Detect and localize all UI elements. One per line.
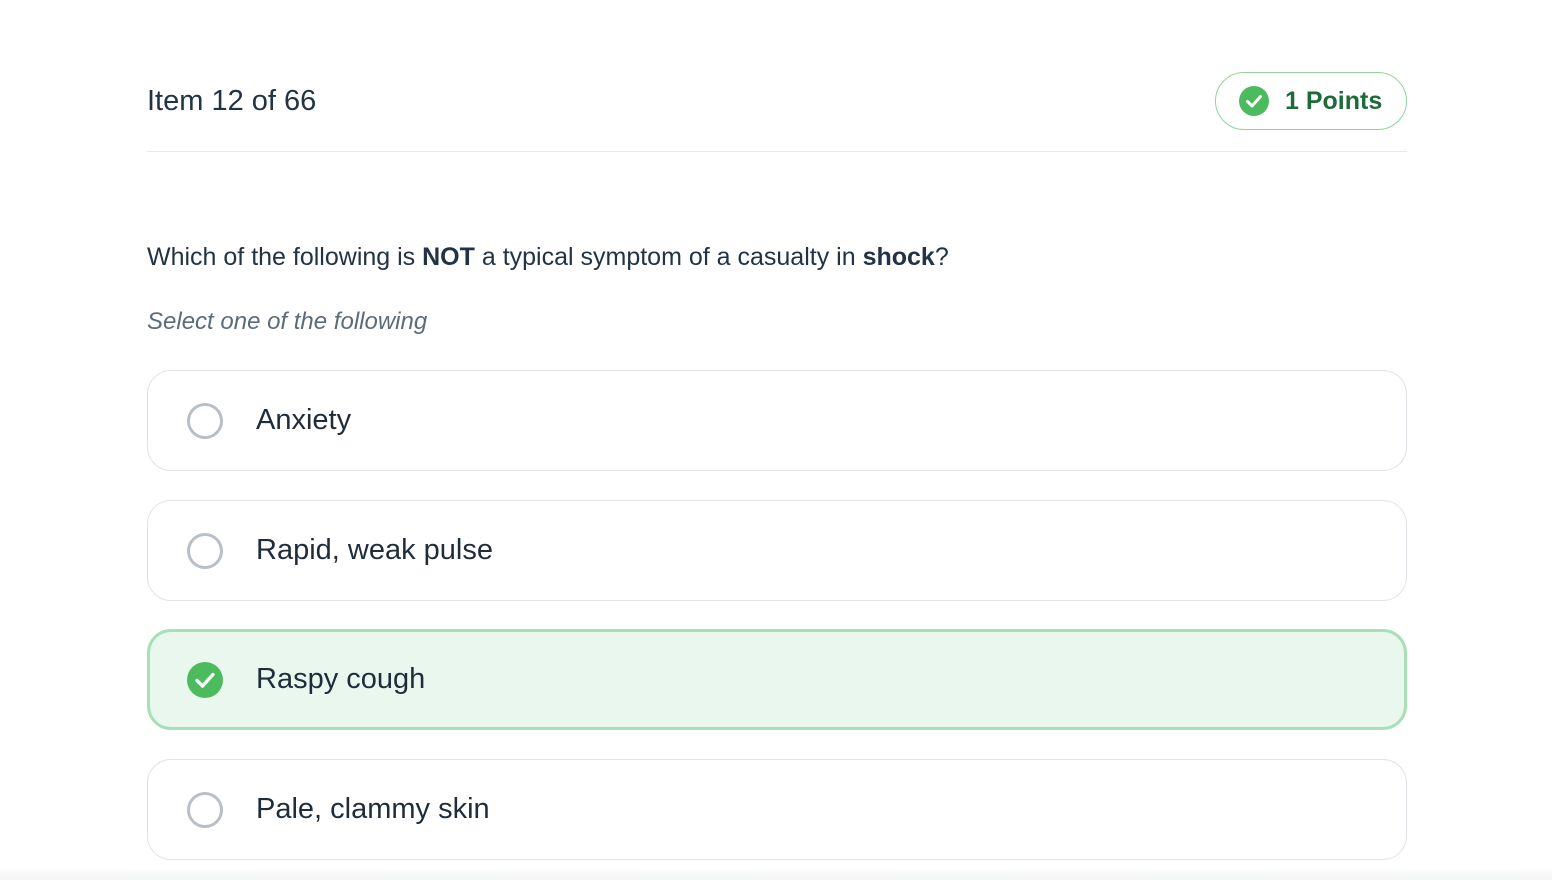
question-emphasis-not: NOT bbox=[422, 243, 475, 271]
question-part-1: Which of the following is bbox=[147, 243, 423, 271]
radio-button[interactable] bbox=[187, 532, 223, 569]
option-pale-clammy-skin[interactable]: Pale, clammy skin bbox=[147, 759, 1407, 860]
option-label: Anxiety bbox=[256, 404, 352, 436]
points-label: 1 Points bbox=[1285, 86, 1383, 115]
radio-button[interactable] bbox=[187, 402, 223, 439]
option-rapid-weak-pulse[interactable]: Rapid, weak pulse bbox=[147, 500, 1407, 601]
question-emphasis-shock: shock bbox=[862, 243, 935, 271]
bottom-shadow bbox=[0, 868, 1552, 880]
option-label: Rapid, weak pulse bbox=[256, 534, 493, 566]
option-label: Raspy cough bbox=[256, 663, 426, 695]
quiz-page: Item 12 of 66 1 Points Which of the foll… bbox=[0, 0, 1552, 880]
option-anxiety[interactable]: Anxiety bbox=[147, 370, 1407, 471]
selected-check-icon[interactable] bbox=[187, 661, 223, 698]
points-badge: 1 Points bbox=[1215, 72, 1407, 130]
question-text: Which of the following is NOT a typical … bbox=[147, 241, 949, 273]
question-part-2: a typical symptom of a casualty in bbox=[474, 243, 863, 271]
item-counter: Item 12 of 66 bbox=[147, 85, 317, 117]
question-part-3: ? bbox=[934, 243, 949, 271]
option-label: Pale, clammy skin bbox=[256, 793, 490, 825]
option-raspy-cough[interactable]: Raspy cough bbox=[147, 629, 1407, 730]
instruction-text: Select one of the following bbox=[147, 308, 428, 335]
check-circle-icon bbox=[1239, 86, 1269, 116]
item-header: Item 12 of 66 1 Points bbox=[147, 0, 1407, 152]
radio-button[interactable] bbox=[187, 791, 223, 828]
